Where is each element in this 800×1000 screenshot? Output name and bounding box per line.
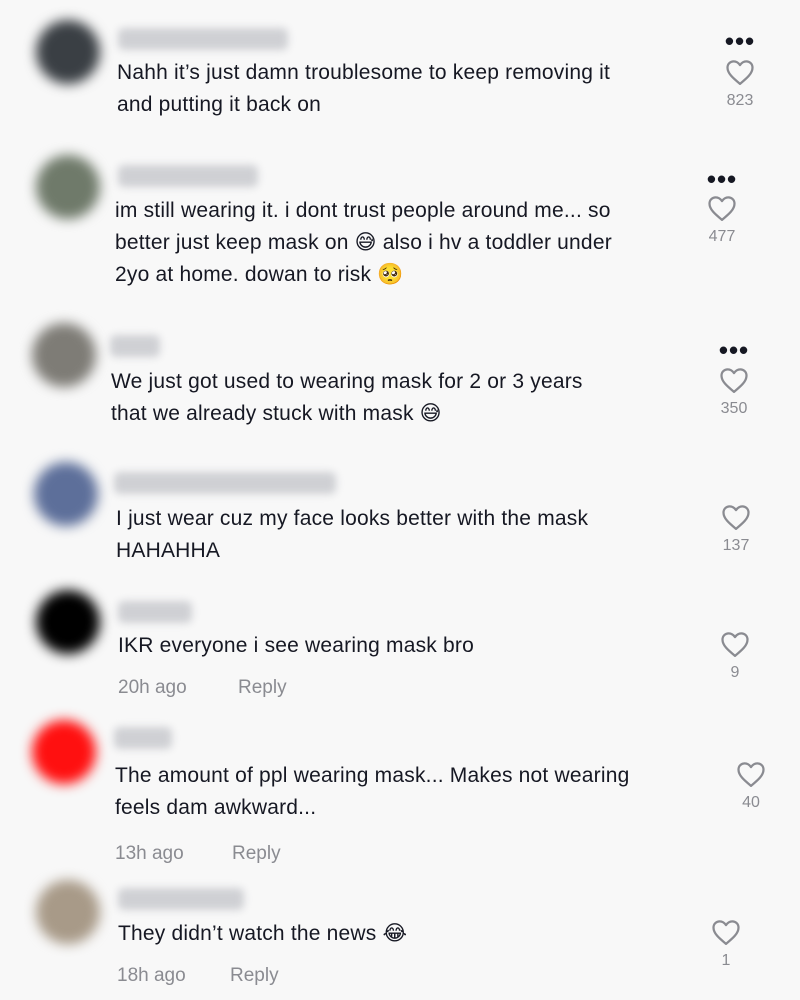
username-blurred[interactable] [118, 165, 258, 187]
comment-timestamp: 18h ago [117, 965, 186, 986]
like-count: 823 [726, 92, 754, 109]
comment-text: IKR everyone i see wearing mask bro [118, 634, 474, 657]
like-button[interactable]: 40 [726, 760, 776, 812]
username-blurred[interactable] [118, 28, 288, 50]
comment-timestamp: 20h ago [118, 677, 187, 698]
like-count: 1 [721, 952, 731, 969]
comment-text: I just wear cuz my face looks better wit… [116, 507, 589, 562]
heart-outline-icon [712, 920, 740, 945]
like-count: 137 [722, 537, 750, 554]
like-button[interactable]: 823 [715, 58, 765, 110]
avatar[interactable] [36, 880, 100, 944]
heart-outline-icon [720, 368, 748, 393]
comment-text: The amount of ppl wearing mask... Makes … [115, 764, 630, 819]
heart-outline-icon [722, 505, 750, 530]
like-button[interactable]: 137 [711, 503, 761, 555]
username-blurred[interactable] [114, 472, 336, 494]
like-button[interactable]: 350 [709, 366, 759, 418]
heart-outline-icon [726, 60, 754, 85]
heart-outline-icon [737, 762, 765, 787]
more-options-button[interactable]: ••• [702, 166, 742, 192]
comment-text: We just got used to wearing mask for 2 o… [111, 370, 583, 425]
comment-text: im still wearing it. i dont trust people… [115, 199, 612, 286]
like-count: 350 [720, 400, 748, 417]
reply-button[interactable]: Reply [230, 965, 279, 987]
like-count: 40 [742, 794, 760, 811]
heart-outline-icon [708, 196, 736, 221]
like-count: 477 [708, 228, 736, 245]
reply-button[interactable]: Reply [232, 843, 281, 865]
like-button[interactable]: 1 [701, 918, 751, 970]
username-blurred[interactable] [118, 888, 244, 910]
avatar[interactable] [36, 20, 100, 84]
username-blurred[interactable] [118, 601, 192, 623]
like-button[interactable]: 477 [697, 194, 747, 246]
more-options-button[interactable]: ••• [720, 28, 760, 54]
like-button[interactable]: 9 [710, 630, 760, 682]
reply-button[interactable]: Reply [238, 677, 287, 699]
username-blurred[interactable] [110, 335, 160, 357]
comment-text: They didn’t watch the news 😂 [118, 922, 408, 945]
avatar[interactable] [36, 590, 100, 654]
avatar[interactable] [34, 462, 98, 526]
avatar[interactable] [36, 155, 100, 219]
avatar[interactable] [32, 720, 96, 784]
comment-text: Nahh it’s just damn troublesome to keep … [117, 61, 611, 116]
avatar[interactable] [32, 323, 96, 387]
more-options-button[interactable]: ••• [714, 337, 754, 363]
comment-timestamp: 13h ago [115, 843, 184, 864]
like-count: 9 [730, 664, 740, 681]
heart-outline-icon [721, 632, 749, 657]
username-blurred[interactable] [114, 727, 172, 749]
